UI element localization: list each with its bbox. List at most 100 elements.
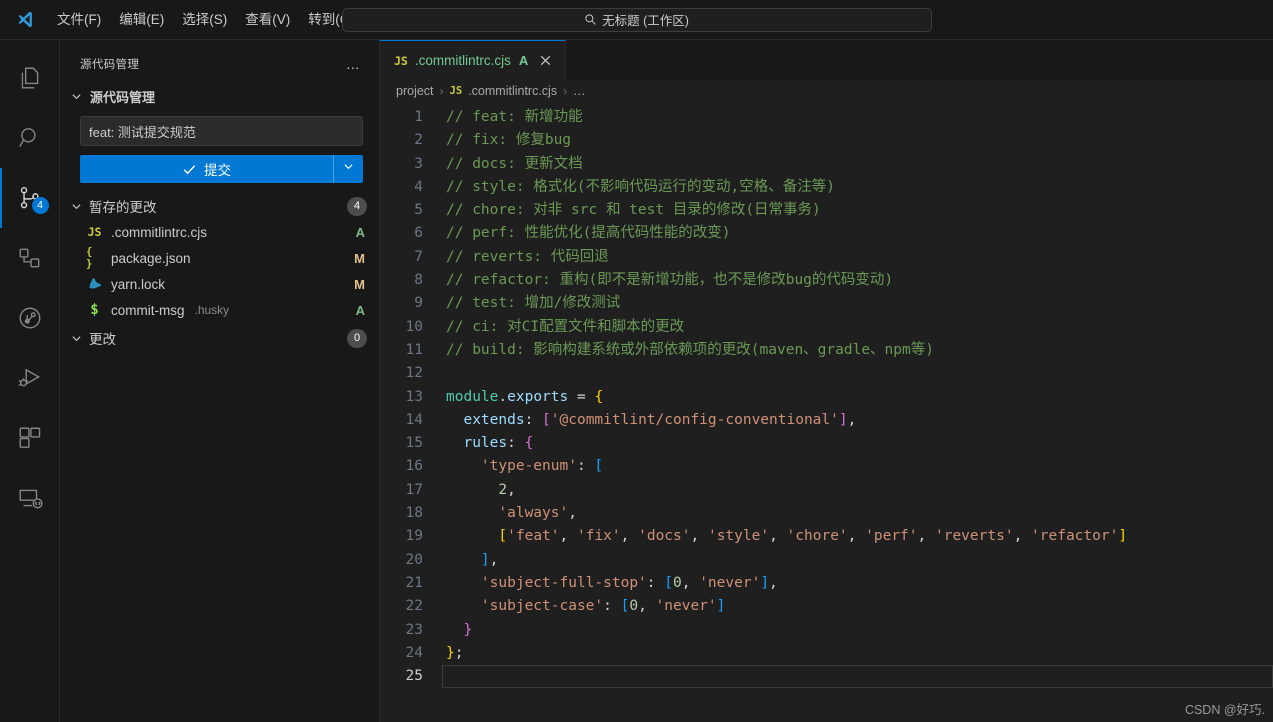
scm-file-row[interactable]: JS .commitlintrc.cjs A [60, 219, 379, 245]
chevron-down-icon [68, 88, 84, 104]
menu-view[interactable]: 查看(V) [236, 7, 299, 33]
commit-dropdown-button[interactable] [333, 155, 363, 183]
code-token: , [620, 528, 639, 545]
menu-edit[interactable]: 编辑(E) [110, 7, 173, 33]
group-header-changes[interactable]: 更改 0 [60, 325, 379, 351]
code-token: , [507, 481, 516, 498]
code-line[interactable]: } [442, 619, 1273, 642]
code-token: : [576, 458, 586, 475]
vscode-window: 文件(F) 编辑(E) 选择(S) 查看(V) 转到(G) 运行(R) … [0, 0, 1273, 722]
code-token: , [1013, 528, 1032, 545]
tab-status-badge: A [518, 53, 529, 68]
scm-file-status: M [354, 250, 365, 266]
code-token: 'reverts' [934, 528, 1014, 545]
code-line[interactable]: ], [442, 549, 1273, 572]
code-token: 2 [498, 481, 508, 498]
code-line[interactable]: 'type-enum': [ [442, 455, 1273, 478]
code-line[interactable]: 2, [442, 479, 1273, 502]
breadcrumb-symbol[interactable]: … [573, 84, 586, 98]
scm-file-row[interactable]: yarn.lock M [60, 271, 379, 297]
code-token: { [594, 388, 604, 405]
activity-git-graph[interactable] [0, 288, 60, 348]
line-number: 15 [405, 435, 423, 452]
code-token: '@commitlint/config-conventional' [550, 411, 839, 428]
code-token: 'type-enum' [480, 458, 577, 475]
breadcrumb-folder[interactable]: project [396, 84, 434, 98]
code-line[interactable]: // docs: 更新文档 [442, 153, 1273, 176]
code-line[interactable]: // reverts: 代码回退 [442, 246, 1273, 269]
code-token: 'style' [707, 528, 770, 545]
code-token: 0 [629, 598, 639, 615]
code-line[interactable]: // feat: 新增功能 [442, 106, 1273, 129]
activity-remote-explorer[interactable] [0, 468, 60, 528]
code-line[interactable]: module.exports = { [442, 386, 1273, 409]
code-line[interactable]: extends: ['@commitlint/config-convention… [442, 409, 1273, 432]
code-line[interactable]: 'subject-case': [0, 'never'] [442, 595, 1273, 618]
code-token: , [847, 411, 857, 428]
sidebar-header: 源代码管理 … [60, 46, 379, 82]
code-token: // style: 格式化(不影响代码运行的变动,空格、备注等) [446, 178, 835, 195]
code-token: : [603, 598, 612, 615]
code-line[interactable]: // perf: 性能优化(提高代码性能的改变) [442, 222, 1273, 245]
code-token: module [446, 388, 499, 405]
js-file-icon: JS [394, 53, 408, 68]
code-token: // test: 增加/修改测试 [446, 295, 621, 312]
scm-section-header[interactable]: 源代码管理 [60, 82, 379, 110]
code-token: extends [463, 411, 525, 428]
code-line[interactable]: // test: 增加/修改测试 [442, 292, 1273, 315]
code-line[interactable]: // refactor: 重构(即不是新增功能，也不是修改bug的代码变动) [442, 269, 1273, 292]
code-editor[interactable]: 1 2 3 4 5 6 7 8 9 10 11 12 13 14 15 16 17 18 19 20 21 22 23 24 2… [380, 102, 1273, 722]
activity-source-control[interactable]: 4 [0, 168, 60, 228]
code-line[interactable]: // ci: 对CI配置文件和脚本的更改 [442, 316, 1273, 339]
close-icon[interactable] [538, 53, 553, 68]
code-line[interactable]: ['feat', 'fix', 'docs', 'style', 'chore'… [442, 525, 1273, 548]
code-token: // perf: 性能优化(提高代码性能的改变) [446, 225, 731, 242]
code-line[interactable]: 'subject-full-stop': [0, 'never'], [442, 572, 1273, 595]
search-icon [584, 13, 597, 26]
code-line[interactable] [442, 665, 1273, 689]
code-content[interactable]: // feat: 新增功能 // fix: 修复bug // docs: 更新文档 /… [442, 102, 1273, 722]
code-line[interactable] [442, 362, 1273, 385]
code-line[interactable]: // chore: 对非 src 和 test 目录的修改(日常事务) [442, 199, 1273, 222]
activity-extensions[interactable] [0, 408, 60, 468]
line-number: 19 [405, 528, 423, 545]
code-line[interactable]: // style: 格式化(不影响代码运行的变动,空格、备注等) [442, 176, 1273, 199]
scm-file-row[interactable]: { } package.json M [60, 245, 379, 271]
code-line[interactable]: 'always', [442, 502, 1273, 525]
code-line[interactable]: rules: { [442, 432, 1273, 455]
code-token: 'feat' [507, 528, 560, 545]
code-token: . [498, 388, 508, 405]
sidebar-more-actions-button[interactable]: … [340, 56, 367, 72]
activity-search[interactable] [0, 108, 60, 168]
group-header-staged[interactable]: 暂存的更改 4 [60, 193, 379, 219]
activity-structure[interactable] [0, 228, 60, 288]
code-line[interactable]: // fix: 修复bug [442, 129, 1273, 152]
menu-file[interactable]: 文件(F) [48, 7, 110, 33]
line-number: 23 [405, 621, 423, 638]
code-token: exports [507, 388, 569, 405]
shell-file-icon: $ [90, 302, 99, 318]
code-token: // build: 影响构建系统或外部依赖项的更改(maven、gradle、n… [446, 341, 934, 358]
tab-commitlintrc[interactable]: JS .commitlintrc.cjs A [380, 40, 567, 80]
line-number: 8 [414, 272, 423, 289]
activity-run-debug[interactable] [0, 348, 60, 408]
line-number: 9 [414, 295, 423, 312]
quick-open-search[interactable]: 无标题 (工作区) [341, 7, 932, 32]
scm-file-row[interactable]: $ commit-msg .husky A [60, 297, 379, 323]
code-token: : [646, 574, 656, 591]
breadcrumb-file[interactable]: .commitlintrc.cjs [468, 84, 557, 98]
code-token: 'refactor' [1031, 528, 1119, 545]
code-token: [ [594, 458, 604, 475]
commit-button[interactable]: 提交 [80, 155, 333, 183]
code-token: , [847, 528, 866, 545]
menu-selection[interactable]: 选择(S) [173, 7, 236, 33]
activity-explorer[interactable] [0, 48, 60, 108]
code-token: 'docs' [638, 528, 691, 545]
code-line[interactable]: // build: 影响构建系统或外部依赖项的更改(maven、gradle、n… [442, 339, 1273, 362]
commit-message-input[interactable] [80, 116, 363, 146]
code-line[interactable]: }; [442, 642, 1273, 665]
